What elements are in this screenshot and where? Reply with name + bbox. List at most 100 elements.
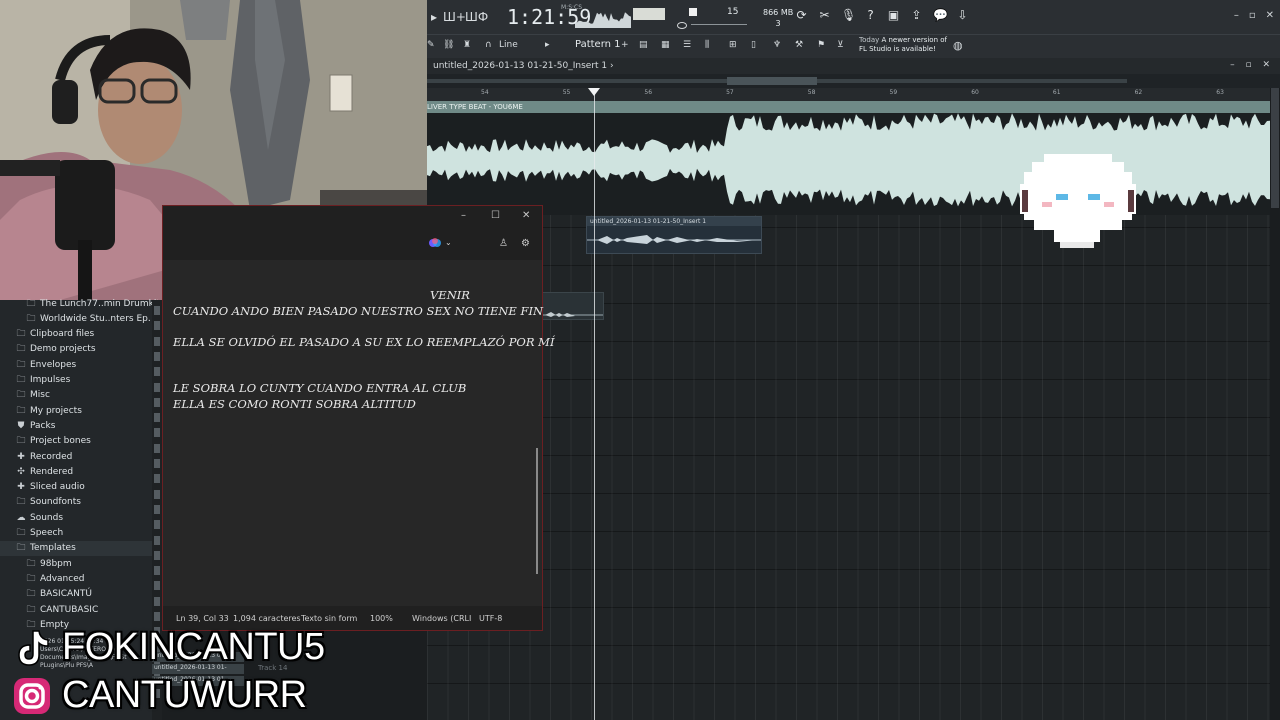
browser-item-project-bones[interactable]: 🗀 Project bones bbox=[0, 434, 90, 449]
microphone-icon[interactable]: 🎙 bbox=[841, 8, 856, 22]
magnet-icon[interactable]: ∩ bbox=[485, 40, 492, 50]
add-pattern-icon[interactable]: + bbox=[621, 40, 629, 50]
channel-strip-marker[interactable] bbox=[154, 474, 160, 484]
notepad-text-area[interactable]: VENIR CUANDO ANDO BIEN PASADO NUESTRO SEX… bbox=[173, 288, 555, 412]
browser-item-templates[interactable]: 🗀 Templates bbox=[0, 540, 152, 556]
download-icon[interactable]: ⇩ bbox=[956, 8, 969, 22]
master-pitch-slider[interactable] bbox=[691, 24, 747, 25]
browser-item-98bpm[interactable]: 🗀 98bpm bbox=[0, 556, 71, 571]
save-icon[interactable]: ▣ bbox=[887, 8, 900, 22]
notepad-scrollbar[interactable] bbox=[536, 448, 538, 574]
settings-gear-icon[interactable]: ⚙ bbox=[521, 238, 530, 249]
channel-strip-marker[interactable] bbox=[154, 428, 160, 438]
browser-item-my-projects[interactable]: 🗀 My projects bbox=[0, 403, 81, 418]
channel-strip-marker[interactable] bbox=[154, 321, 160, 331]
playlist-overview-scrollbar[interactable] bbox=[427, 74, 1280, 88]
notepad-close-icon[interactable]: ✕ bbox=[522, 210, 530, 221]
globe-icon[interactable]: ◍ bbox=[953, 39, 963, 52]
playhead-line[interactable] bbox=[594, 88, 595, 720]
channel-strip-marker[interactable] bbox=[154, 336, 160, 346]
master-volume-slider[interactable] bbox=[633, 8, 665, 20]
channel-rack-icon[interactable]: ▦ bbox=[661, 40, 670, 50]
cart-icon[interactable]: ⊻ bbox=[837, 40, 844, 50]
playlist-title-arrow[interactable]: › bbox=[610, 61, 614, 71]
plugin-icon[interactable]: ♆ bbox=[773, 40, 781, 50]
export-icon[interactable]: ⇪ bbox=[910, 8, 923, 22]
channel-strip-marker[interactable] bbox=[154, 382, 160, 392]
channel-strip-marker[interactable] bbox=[154, 504, 160, 514]
playlist-window-controls[interactable]: – ▫ ✕ bbox=[1230, 60, 1274, 70]
browser-item-rendered[interactable]: ✣ Rendered bbox=[0, 464, 73, 479]
news-panel[interactable]: Today A newer version of FL Studio is av… bbox=[859, 36, 947, 54]
snap-icon[interactable]: Ш+ bbox=[443, 10, 466, 24]
channel-strip-marker[interactable] bbox=[154, 459, 160, 468]
menu-arrow-icon[interactable]: ▸ bbox=[431, 10, 437, 24]
file-icon[interactable]: ▯ bbox=[751, 40, 756, 50]
stamp-icon[interactable]: ♜ bbox=[463, 40, 471, 50]
channel-strip-marker[interactable] bbox=[154, 612, 160, 621]
metronome-icon[interactable] bbox=[677, 22, 687, 29]
playhead-marker[interactable] bbox=[588, 88, 600, 96]
channel-strip-marker[interactable] bbox=[154, 397, 160, 407]
link-icon[interactable]: ⛓ bbox=[443, 40, 454, 50]
channel-strip-marker[interactable] bbox=[154, 520, 160, 530]
browser-item-soundfonts[interactable]: 🗀 Soundfonts bbox=[0, 495, 80, 510]
notepad-titlebar[interactable]: – ☐ ✕ bbox=[163, 206, 542, 230]
piano-roll-icon[interactable]: ☰ bbox=[683, 40, 691, 50]
account-icon[interactable]: ♙ bbox=[499, 238, 508, 249]
chat-icon[interactable]: 💬 bbox=[933, 8, 948, 22]
browser-item-sliced-audio[interactable]: ✚ Sliced audio bbox=[0, 480, 85, 495]
channel-strip-marker[interactable] bbox=[154, 581, 160, 591]
snap-mode-label[interactable]: Line bbox=[499, 40, 518, 50]
audio-clip-header[interactable]: LIVER TYPE BEAT - YOU6ME bbox=[427, 101, 1270, 113]
timeline-ruler[interactable]: 54 55 56 57 58 59 60 61 62 63 bbox=[427, 88, 1270, 101]
browser-item-advanced[interactable]: 🗀 Advanced bbox=[0, 571, 84, 586]
copilot-dropdown-icon[interactable]: ⌄ bbox=[445, 238, 452, 247]
browser-item-envelopes[interactable]: 🗀 Envelopes bbox=[0, 357, 76, 372]
browser-item-basicant-[interactable]: 🗀 BASICANTÚ bbox=[0, 587, 91, 602]
flag-icon[interactable]: ⚑ bbox=[817, 40, 825, 50]
pattern-selector[interactable]: Pattern 1 bbox=[575, 39, 621, 50]
browser-item-the-lunch77-min-drumkit[interactable]: 🗀 The Lunch77..min Drumkit bbox=[0, 296, 159, 311]
overview-thumb[interactable] bbox=[727, 77, 817, 85]
typing-keyboard-icon[interactable]: ШФ bbox=[465, 10, 488, 24]
mixer-icon[interactable]: ⫼ bbox=[705, 40, 709, 50]
record-mode-indicator[interactable] bbox=[689, 8, 697, 16]
pencil-icon[interactable]: ✎ bbox=[427, 40, 435, 50]
refresh-icon[interactable]: ⟳ bbox=[795, 8, 808, 22]
browser-item-sounds[interactable]: ☁ Sounds bbox=[0, 510, 64, 525]
channel-strip-marker[interactable] bbox=[154, 367, 160, 377]
notepad-minimize-icon[interactable]: – bbox=[461, 210, 466, 221]
channel-strip-marker[interactable] bbox=[154, 443, 160, 453]
browser-item-recorded[interactable]: ✚ Recorded bbox=[0, 449, 72, 464]
notepad-maximize-icon[interactable]: ☐ bbox=[491, 210, 500, 221]
browser-item-impulses[interactable]: 🗀 Impulses bbox=[0, 373, 70, 388]
minimize-icon[interactable]: – bbox=[1234, 10, 1239, 21]
copilot-icon[interactable] bbox=[429, 237, 441, 252]
channel-strip-marker[interactable] bbox=[154, 489, 160, 499]
browser-item-demo-projects[interactable]: 🗀 Demo projects bbox=[0, 342, 95, 357]
channel-strip-marker[interactable] bbox=[154, 550, 160, 560]
insert-audio-clip[interactable]: untitled_2026-01-13 01-21-50_Insert 1 bbox=[586, 216, 762, 254]
channel-strip-marker[interactable] bbox=[154, 306, 160, 315]
browser-item-cantubasic[interactable]: 🗀 CANTUBASIC bbox=[0, 602, 98, 617]
scrollbar-thumb[interactable] bbox=[1271, 88, 1279, 208]
channel-strip-marker[interactable] bbox=[154, 413, 160, 423]
audio-clip-waveform[interactable] bbox=[427, 113, 1270, 215]
tempo-value[interactable]: 15 bbox=[727, 7, 738, 17]
channel-strip-marker[interactable] bbox=[154, 351, 160, 361]
channel-strip-marker[interactable] bbox=[154, 596, 160, 606]
play-arrow-icon[interactable]: ▸ bbox=[545, 40, 550, 50]
browser-item-misc[interactable]: 🗀 Misc bbox=[0, 388, 49, 403]
playlist-vertical-scrollbar[interactable] bbox=[1270, 88, 1280, 720]
browser-item-clipboard-files[interactable]: 🗀 Clipboard files bbox=[0, 327, 94, 342]
channel-strip-marker[interactable] bbox=[154, 566, 160, 576]
browser-item-packs[interactable]: ⛊ Packs bbox=[0, 418, 56, 433]
browser-icon[interactable]: ⊞ bbox=[729, 40, 737, 50]
tools-icon[interactable]: ⚒ bbox=[795, 40, 803, 50]
playlist-icon[interactable]: ▤ bbox=[639, 40, 648, 50]
browser-item-worldwide-stu-nters-ep-1-[interactable]: 🗀 Worldwide Stu..nters Ep. 1 ! bbox=[0, 311, 165, 326]
restore-icon[interactable]: ▫ bbox=[1249, 10, 1256, 21]
help-icon[interactable]: ? bbox=[864, 8, 877, 22]
close-icon[interactable]: ✕ bbox=[1266, 10, 1274, 21]
